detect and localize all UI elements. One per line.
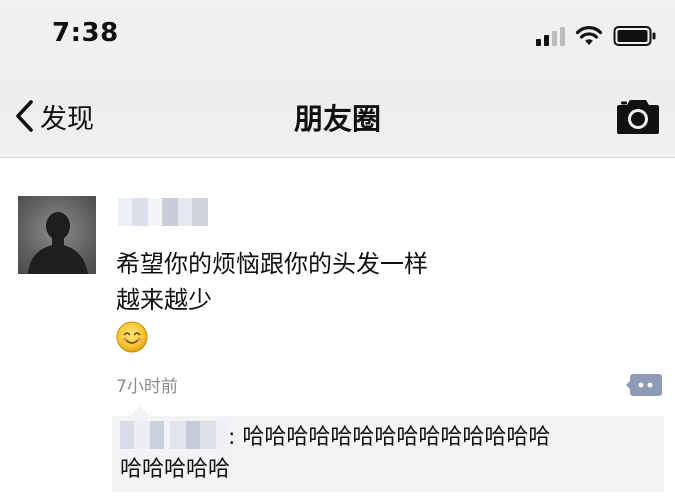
post-text-line: 希望你的烦恼跟你的头发一样 xyxy=(116,250,428,278)
username-redacted[interactable] xyxy=(118,198,208,226)
post-timestamp: 7小时前 xyxy=(116,377,178,397)
moment-post: 希望你的烦恼跟你的头发一样 越来越少 7小时前: 哈哈哈哈哈哈哈哈哈哈哈哈哈哈… xyxy=(0,158,675,500)
status-icons xyxy=(536,24,657,48)
comment-item[interactable]: : 哈哈哈哈哈哈哈哈哈哈哈哈哈哈 哈哈哈哈哈 xyxy=(120,421,660,486)
comment-text: 哈哈哈哈哈 xyxy=(120,457,231,482)
header: 7:38 发现 朋友圈 xyxy=(0,0,675,158)
post-text-line: 越来越少 xyxy=(116,286,212,314)
camera-icon xyxy=(617,100,659,134)
page-title: 朋友圈 xyxy=(293,102,381,136)
status-bar: 7:38 xyxy=(0,0,675,70)
comments-panel: : 哈哈哈哈哈哈哈哈哈哈哈哈哈哈 哈哈哈哈哈 xyxy=(112,406,664,492)
status-time: 7:38 xyxy=(52,18,119,48)
comment-action-button[interactable] xyxy=(626,372,664,398)
moments-screen: 7:38 发现 朋友圈 希望你的烦恼跟你的头发一样 越来越少 7小时前: 哈哈… xyxy=(0,0,675,500)
person-silhouette-icon xyxy=(28,212,88,274)
avatar[interactable] xyxy=(18,196,96,274)
commenter-name-redacted[interactable] xyxy=(120,421,228,449)
cellular-signal-icon xyxy=(536,26,565,46)
nav-bar: 发现 朋友圈 xyxy=(0,84,675,150)
comment-separator: : xyxy=(228,425,236,450)
battery-icon xyxy=(613,25,657,47)
camera-button[interactable] xyxy=(615,96,661,136)
smiling-face-emoji-icon xyxy=(116,321,148,353)
wifi-icon xyxy=(575,25,603,47)
comment-text: 哈哈哈哈哈哈哈哈哈哈哈哈哈哈 xyxy=(242,425,551,450)
post-text: 希望你的烦恼跟你的头发一样 越来越少 xyxy=(116,246,656,318)
more-actions-icon xyxy=(626,374,662,396)
